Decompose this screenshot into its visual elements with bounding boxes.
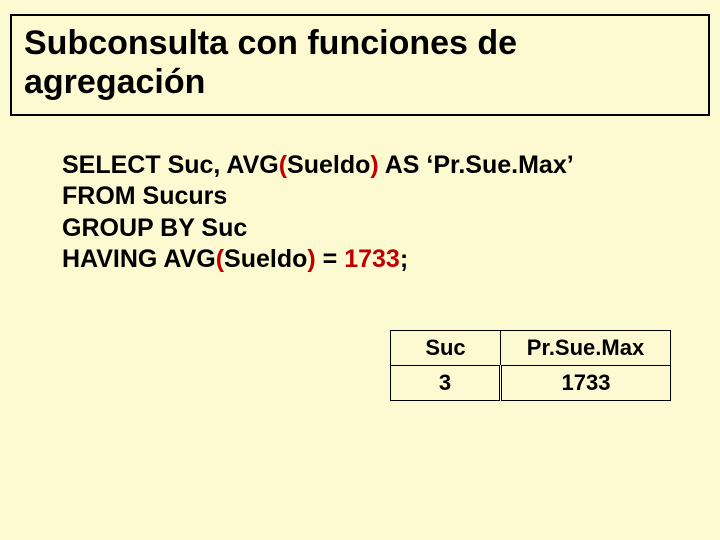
sql-line-3: GROUP BY Suc [62,213,574,244]
sql-paren: ( [279,151,287,179]
sql-text: ; [400,245,408,273]
cell-prsuemax: 1733 [501,366,671,401]
page-title: Subconsulta con funciones de agregación [24,24,696,102]
header-suc: Suc [391,331,501,366]
sql-text: Sueldo [224,245,307,273]
sql-text: Sueldo [287,151,370,179]
sql-number: 1733 [344,245,400,273]
sql-paren: ) [370,151,378,179]
header-prsuemax: Pr.Sue.Max [501,331,671,366]
result-table: Suc Pr.Sue.Max 3 1733 [390,330,671,401]
sql-line-1: SELECT Suc, AVG(Sueldo) AS ‘Pr.Sue.Max’ [62,150,574,181]
sql-line-4: HAVING AVG(Sueldo) = 1733; [62,244,574,275]
sql-text: = [316,245,345,273]
sql-paren: ( [216,245,224,273]
sql-query: SELECT Suc, AVG(Sueldo) AS ‘Pr.Sue.Max’ … [62,150,574,275]
table-row: 3 1733 [391,366,671,401]
title-box: Subconsulta con funciones de agregación [10,14,710,116]
table-header-row: Suc Pr.Sue.Max [391,331,671,366]
sql-line-2: FROM Sucurs [62,181,574,212]
sql-text: SELECT Suc, AVG [62,151,279,179]
sql-text: AS ‘Pr.Sue.Max’ [379,151,574,179]
cell-suc: 3 [391,366,501,401]
sql-paren: ) [307,245,315,273]
sql-text: HAVING AVG [62,245,216,273]
